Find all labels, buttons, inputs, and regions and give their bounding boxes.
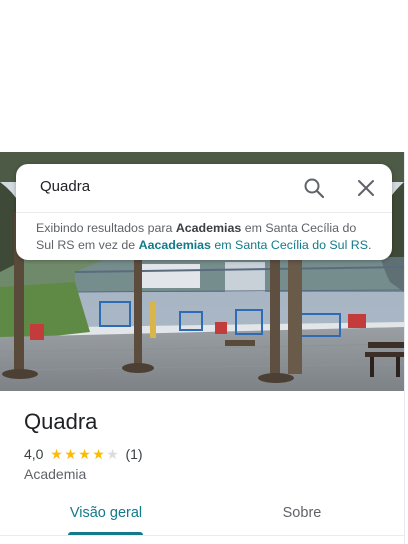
search-card: Quadra Exibindo resultados para Academia… <box>16 164 392 260</box>
notice-middle: em vez de <box>74 238 139 252</box>
rating-stars: ★ ★ ★ ★ ★ <box>49 447 119 461</box>
star-icon: ★ <box>92 446 105 462</box>
search-input[interactable]: Quadra <box>40 178 90 195</box>
original-search-link[interactable]: Aacademias em Santa Cecília do Sul RS <box>139 238 368 252</box>
search-icon[interactable] <box>303 177 325 199</box>
star-empty-icon: ★ <box>106 446 119 462</box>
star-icon: ★ <box>78 446 91 462</box>
notice-term: Academias <box>175 221 242 235</box>
place-title: Quadra <box>24 409 98 434</box>
tabs-divider <box>0 535 404 536</box>
rating-value: 4,0 <box>24 446 44 462</box>
search-divider <box>16 212 392 213</box>
tab-about[interactable]: Sobre <box>270 500 334 536</box>
top-blank-area <box>0 0 408 152</box>
rating-row[interactable]: 4,0 ★ ★ ★ ★ ★ (1) <box>24 445 143 463</box>
notice-prefix: Exibindo resultados para <box>36 221 176 235</box>
original-term: Aacademias <box>138 238 211 252</box>
side-edge <box>404 152 408 544</box>
close-icon[interactable] <box>355 177 377 199</box>
star-icon: ★ <box>64 446 77 462</box>
search-correction-notice: Exibindo resultados para Academias em Sa… <box>36 220 376 254</box>
review-count[interactable]: (1) <box>125 446 142 462</box>
tab-bar: Visão geral Sobre <box>0 500 404 540</box>
tab-overview[interactable]: Visão geral <box>69 500 143 536</box>
star-icon: ★ <box>50 446 63 462</box>
place-category: Academia <box>24 466 87 482</box>
notice-suffix: . <box>367 238 372 252</box>
search-row[interactable]: Quadra <box>16 164 392 212</box>
original-location: em Santa Cecília do Sul RS <box>210 238 368 252</box>
